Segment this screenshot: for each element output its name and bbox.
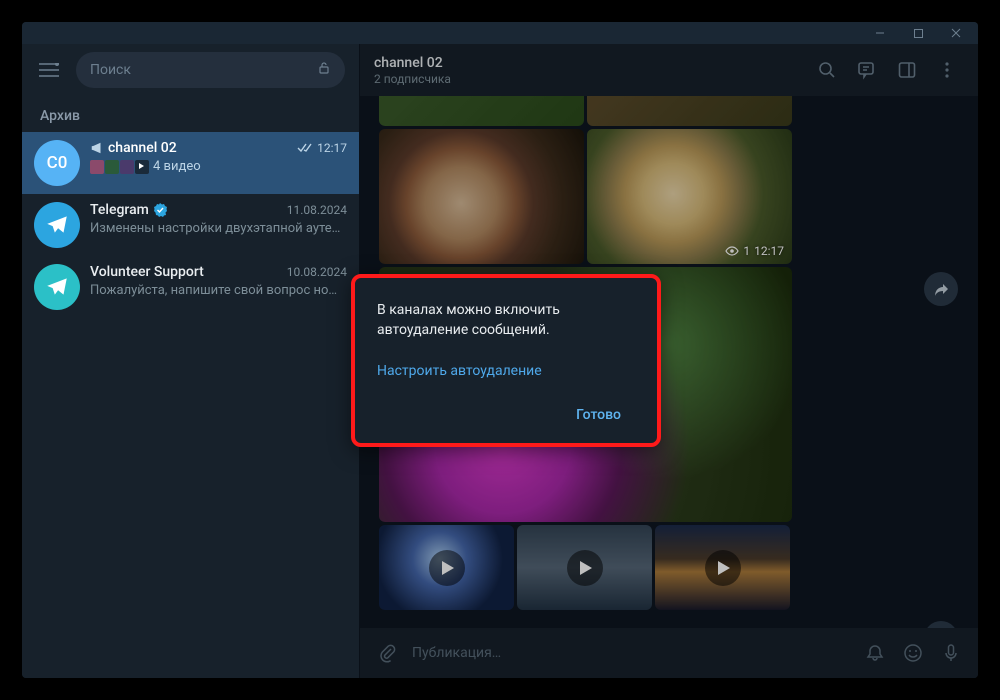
- avatar: C0: [34, 140, 80, 186]
- support-icon: [44, 274, 70, 300]
- more-icon[interactable]: [930, 53, 964, 87]
- chat-item-volunteer-support[interactable]: Volunteer Support 10.08.2024 Пожалуйста,…: [22, 256, 359, 318]
- chat-time-text: 12:17: [317, 141, 347, 155]
- chat-item-telegram[interactable]: Telegram 11.08.2024 Изменены настройки д…: [22, 194, 359, 256]
- media-video[interactable]: [655, 525, 790, 610]
- sidebar: Поиск Архив C0 channel 02 12:17: [22, 44, 359, 678]
- chat-time-text: 10.08.2024: [287, 265, 347, 279]
- play-icon: [705, 550, 741, 586]
- media-video[interactable]: [379, 525, 514, 610]
- chat-subtitle: 2 подписчика: [374, 72, 794, 86]
- voice-icon[interactable]: [938, 640, 964, 666]
- media-video[interactable]: [517, 525, 652, 610]
- chat-name-text: Volunteer Support: [90, 264, 204, 280]
- chat-item-channel-02[interactable]: C0 channel 02 12:17 4 в: [22, 132, 359, 194]
- chat-name-text: Telegram: [90, 202, 149, 218]
- maximize-button[interactable]: [900, 22, 936, 44]
- sidepanel-icon[interactable]: [890, 53, 924, 87]
- chat-time-text: 11.08.2024: [287, 203, 347, 217]
- attach-icon[interactable]: [374, 640, 400, 666]
- chat-name-text: channel 02: [108, 140, 177, 156]
- verified-icon: [153, 203, 167, 217]
- lock-icon: [317, 61, 331, 79]
- media-image[interactable]: 1 12:17: [587, 129, 792, 264]
- media-image[interactable]: [587, 96, 792, 126]
- telegram-icon: [44, 212, 70, 238]
- autodelete-dialog: В каналах можно включить автоудаление со…: [351, 274, 661, 447]
- close-button[interactable]: [938, 22, 974, 44]
- menu-icon[interactable]: [32, 53, 66, 87]
- search-placeholder: Поиск: [90, 62, 131, 78]
- media-views: 1: [743, 244, 750, 258]
- share-button[interactable]: [924, 621, 958, 628]
- media-thumbs: [90, 160, 149, 174]
- play-icon: [429, 550, 465, 586]
- share-button[interactable]: [924, 272, 958, 306]
- avatar: [34, 264, 80, 310]
- media-image[interactable]: [379, 96, 584, 126]
- composer: [359, 628, 978, 678]
- media-time: 12:17: [754, 244, 784, 258]
- configure-autodelete-link[interactable]: Настроить автоудаление: [377, 363, 635, 379]
- chat-message-text: 4 видео: [153, 159, 201, 174]
- chat-message-text: Пожалуйста, напишите свой вопрос но…: [90, 283, 337, 298]
- chat-message-text: Изменены настройки двухэтапной ауте…: [90, 221, 340, 236]
- archive-header[interactable]: Архив: [22, 96, 359, 132]
- emoji-icon[interactable]: [900, 640, 926, 666]
- minimize-button[interactable]: [862, 22, 898, 44]
- titlebar: [22, 22, 978, 44]
- play-icon: [567, 550, 603, 586]
- dialog-text: В каналах можно включить автоудаление со…: [377, 300, 635, 341]
- search-icon[interactable]: [810, 53, 844, 87]
- notifications-icon[interactable]: [862, 640, 888, 666]
- comments-icon[interactable]: [850, 53, 884, 87]
- done-button[interactable]: Готово: [562, 401, 635, 429]
- avatar: [34, 202, 80, 248]
- message-input[interactable]: [412, 645, 850, 661]
- chat-header[interactable]: channel 02 2 подписчика: [359, 44, 978, 96]
- megaphone-icon: [90, 141, 104, 155]
- views-icon: [725, 244, 739, 258]
- media-image[interactable]: [379, 129, 584, 264]
- read-icon: [297, 142, 313, 154]
- chat-title: channel 02: [374, 55, 794, 71]
- search-input[interactable]: Поиск: [76, 52, 345, 88]
